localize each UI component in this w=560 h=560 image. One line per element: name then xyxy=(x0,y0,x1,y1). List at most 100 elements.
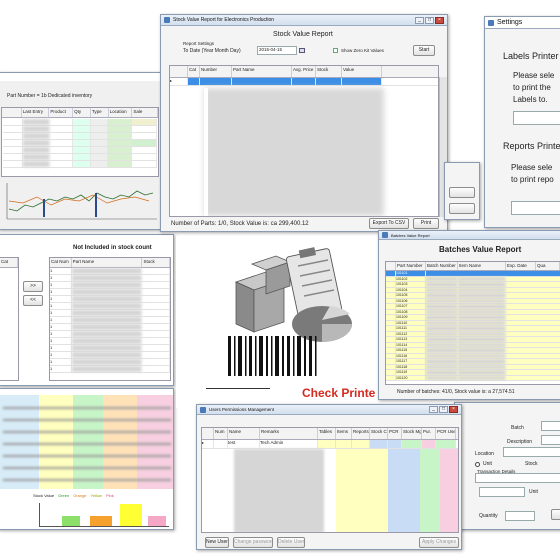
table-row xyxy=(3,140,157,147)
legend-label: Yellow xyxy=(90,493,102,498)
table-row xyxy=(3,147,157,154)
col-header: Qty xyxy=(73,108,91,117)
transaction-field[interactable] xyxy=(479,487,525,497)
form-apply-button[interactable] xyxy=(551,509,560,520)
right-table-rows: 1 1 1 1 1 1 1 1 1 1 1 1 1 1 1 xyxy=(50,268,170,373)
users-table-header: Num Name Remarks Tables Items Reports St… xyxy=(202,428,458,440)
delete-user-button[interactable]: Delete User xyxy=(277,537,305,548)
reports-text-line: Please sele xyxy=(511,163,553,172)
bar-green xyxy=(62,516,80,526)
table-row: 1 xyxy=(50,268,170,275)
col-header: Stock xyxy=(316,66,342,77)
unit-radio[interactable] xyxy=(475,462,480,467)
bar-yellow xyxy=(120,504,142,526)
col-header: Exp. Date xyxy=(506,262,536,270)
col-row-marker xyxy=(386,262,396,270)
new-user-button[interactable]: New User xyxy=(205,537,229,548)
col-header: Last Entry xyxy=(22,108,50,117)
col-row-marker xyxy=(170,66,188,77)
users-window-title: Users Permissions Management xyxy=(209,407,275,412)
table-row: 1 xyxy=(50,366,170,373)
move-right-button[interactable]: >> xyxy=(23,281,43,292)
labels-printer-select[interactable] xyxy=(513,111,560,125)
minimize-button[interactable]: _ xyxy=(415,16,424,24)
transaction-details-label: Transaction Details xyxy=(477,469,516,474)
minimize-button[interactable]: _ xyxy=(429,406,438,413)
change-password-button[interactable]: Change password xyxy=(233,537,273,548)
splash-divider xyxy=(206,388,270,389)
maximize-button[interactable]: □ xyxy=(439,406,448,413)
stock-window-titlebar: Stock Value Report for Electronics Produ… xyxy=(161,15,447,26)
dialog-button[interactable] xyxy=(449,187,475,198)
move-left-button[interactable]: << xyxy=(23,295,43,306)
legend-label: Green xyxy=(58,493,70,498)
quantity-field[interactable] xyxy=(505,511,535,521)
stock-table-left-col xyxy=(204,88,208,216)
table-row xyxy=(3,126,157,133)
stock-window-title: Stock Value Report for Electronics Produ… xyxy=(173,17,275,23)
show-zero-checkbox[interactable] xyxy=(333,48,338,53)
table-row: 1 xyxy=(50,289,170,296)
table-row: 1 xyxy=(50,338,170,345)
col-header: Product xyxy=(49,108,74,117)
stock-value-window: Stock Value Report for Electronics Produ… xyxy=(160,14,448,232)
table-row: 1 xyxy=(50,310,170,317)
user-row[interactable]: ▸ test Tech Admin xyxy=(202,440,458,449)
batches-titlebar: Batches Value Report xyxy=(379,231,560,240)
users-table-body xyxy=(202,449,458,532)
user-remarks: Tech Admin xyxy=(260,440,318,448)
export-csv-button[interactable]: Export To CSV xyxy=(369,218,409,229)
close-button[interactable]: × xyxy=(449,406,458,413)
maximize-button[interactable]: □ xyxy=(425,16,434,24)
unit-value-label: Unit xyxy=(529,489,538,495)
batches-heading: Batches Value Report xyxy=(439,245,522,254)
desktop: Part Number = 1b Dedicated inventory Las… xyxy=(0,0,560,560)
date-input[interactable]: 2015-04-15 xyxy=(257,46,297,55)
col-header: Items xyxy=(336,428,352,439)
table-row xyxy=(3,119,157,126)
users-permissions-window: Users Permissions Management _ □ × Num N… xyxy=(196,404,462,550)
dialog-button[interactable] xyxy=(449,203,475,214)
description-field[interactable] xyxy=(541,435,560,445)
close-button[interactable]: × xyxy=(435,16,444,24)
col-header: Sale xyxy=(132,108,158,117)
print-button[interactable]: Print xyxy=(413,218,439,229)
history-rows xyxy=(2,118,158,169)
stock-line xyxy=(8,190,154,212)
description-label: Description xyxy=(507,439,533,445)
batch-field[interactable] xyxy=(541,421,560,431)
labels-printer-heading: Labels Printer xyxy=(503,51,559,61)
reports-printer-select[interactable] xyxy=(511,201,560,215)
history-table: Last Entry Product Qty Type Location Sal… xyxy=(1,107,159,177)
right-parts-table: Cat Num Part Name Stock 1 1 1 1 1 1 1 1 … xyxy=(49,257,171,381)
labels-text-line: to print the xyxy=(513,83,551,92)
col-header: Location xyxy=(109,108,133,117)
calendar-icon[interactable] xyxy=(299,48,305,53)
color-legend: Stock Value Green Orange Yellow Pink xyxy=(33,493,114,498)
col-header: Num xyxy=(214,428,228,439)
apply-changes-button[interactable]: Apply Changes xyxy=(419,537,459,548)
col-header: Pur. xyxy=(422,428,436,439)
batches-footer: Number of batches: 41/0, Stock value is:… xyxy=(397,389,515,395)
stock-history-chart xyxy=(6,183,157,220)
table-row: 1 xyxy=(50,275,170,282)
col-header: Stock Mgmt xyxy=(402,428,422,439)
table-row: 1 xyxy=(50,296,170,303)
batches-table: Part Number Batch Number Item Name Exp. … xyxy=(385,261,560,385)
table-row: 1 xyxy=(50,317,170,324)
legend-label: Stock Value xyxy=(33,493,55,498)
chart-marker xyxy=(43,199,45,217)
col-header: PCR xyxy=(388,428,402,439)
location-field[interactable] xyxy=(503,447,560,457)
col-header: Tables xyxy=(318,428,336,439)
table-row-selected[interactable]: ▸ xyxy=(170,78,438,86)
col-header: PCR User xyxy=(436,428,456,439)
stock-field[interactable] xyxy=(475,473,560,483)
reports-printer-heading: Reports Printe xyxy=(503,141,560,151)
not-included-window: Not Included in stock count Cat >> << Ca… xyxy=(0,234,174,386)
not-included-heading: Not Included in stock count xyxy=(73,245,152,251)
table-row: 1 xyxy=(50,282,170,289)
table-row: 101120 xyxy=(386,375,560,381)
col-header: Stock Count xyxy=(370,428,388,439)
start-button[interactable]: Start xyxy=(413,45,435,56)
